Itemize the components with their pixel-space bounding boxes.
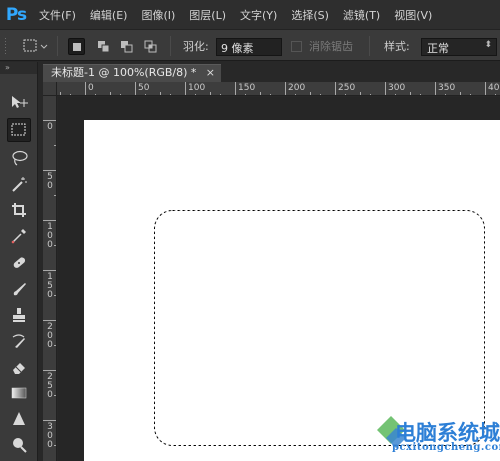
- marquee-selection[interactable]: [0, 0, 500, 461]
- watermark-url: pcxitongcheng.com: [392, 442, 500, 453]
